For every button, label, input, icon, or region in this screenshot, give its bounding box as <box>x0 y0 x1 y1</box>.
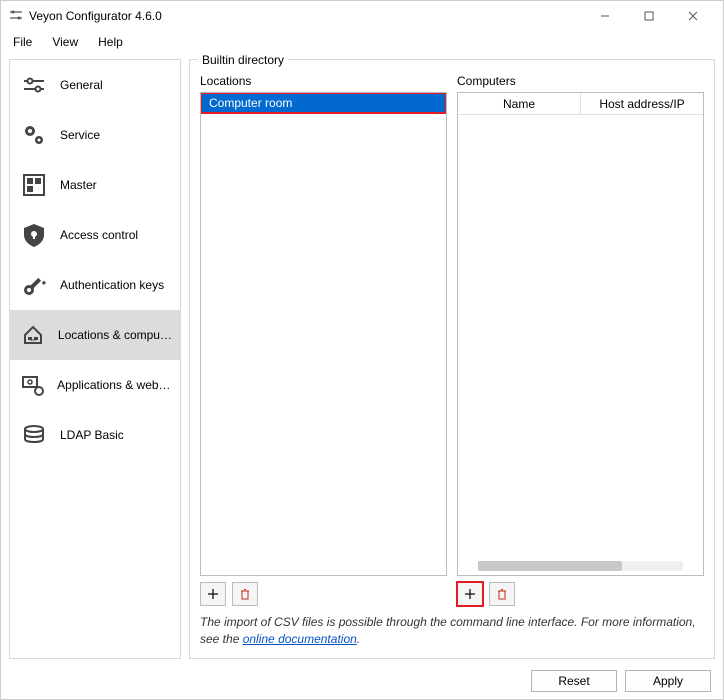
groupbox-title: Builtin directory <box>198 53 288 67</box>
add-location-button[interactable] <box>200 582 226 606</box>
delete-location-button[interactable] <box>232 582 258 606</box>
reset-button[interactable]: Reset <box>531 670 617 692</box>
location-item[interactable]: Computer room <box>201 93 446 113</box>
minimize-button[interactable] <box>583 1 627 31</box>
computers-table[interactable]: Name Host address/IP <box>457 92 704 576</box>
gears-icon <box>18 119 50 151</box>
sidebar-item-label: General <box>60 78 103 92</box>
bottom-bar: Reset Apply <box>1 663 723 699</box>
sidebar-item-label: Authentication keys <box>60 278 164 292</box>
content-area: General Service Master Access control <box>1 53 723 663</box>
sidebar-item-master[interactable]: Master <box>10 160 180 210</box>
menubar: File View Help <box>1 31 723 53</box>
horizontal-scrollbar[interactable] <box>478 561 683 571</box>
plus-icon <box>207 588 219 600</box>
computers-column: Computers Name Host address/IP <box>457 74 704 606</box>
menu-view[interactable]: View <box>44 33 86 51</box>
table-header-name[interactable]: Name <box>458 93 581 114</box>
close-button[interactable] <box>671 1 715 31</box>
titlebar: Veyon Configurator 4.6.0 <box>1 1 723 31</box>
main-panel: Builtin directory Locations Computer roo… <box>189 59 715 659</box>
apps-icon <box>18 369 47 401</box>
sidebar-item-service[interactable]: Service <box>10 110 180 160</box>
apply-button[interactable]: Apply <box>625 670 711 692</box>
import-note: The import of CSV files is possible thro… <box>200 614 704 648</box>
sidebar-item-label: Access control <box>60 228 138 242</box>
window-title: Veyon Configurator 4.6.0 <box>29 9 162 23</box>
columns-wrap: Locations Computer room Computers <box>200 74 704 606</box>
trash-icon <box>239 588 251 600</box>
sliders-icon <box>18 69 50 101</box>
sidebar-item-auth-keys[interactable]: Authentication keys <box>10 260 180 310</box>
locations-label: Locations <box>200 74 447 88</box>
grid-icon <box>18 169 50 201</box>
sidebar: General Service Master Access control <box>9 59 181 659</box>
documentation-link[interactable]: online documentation <box>243 632 357 646</box>
sidebar-item-apps-websites[interactable]: Applications & websites <box>10 360 180 410</box>
network-house-icon <box>18 319 48 351</box>
sidebar-item-label: LDAP Basic <box>60 428 124 442</box>
sidebar-item-label: Locations & computers <box>58 328 172 342</box>
maximize-button[interactable] <box>627 1 671 31</box>
database-icon <box>18 419 50 451</box>
app-window: Veyon Configurator 4.6.0 File View Help … <box>0 0 724 700</box>
table-header-host[interactable]: Host address/IP <box>581 93 703 114</box>
table-body <box>458 115 703 561</box>
app-icon <box>9 8 23 25</box>
sidebar-item-label: Applications & websites <box>57 378 172 392</box>
locations-listbox[interactable]: Computer room <box>200 92 447 576</box>
locations-column: Locations Computer room <box>200 74 447 606</box>
sidebar-item-label: Master <box>60 178 97 192</box>
note-suffix: . <box>357 632 360 646</box>
sidebar-item-label: Service <box>60 128 100 142</box>
sidebar-item-locations-computers[interactable]: Locations & computers <box>10 310 180 360</box>
delete-computer-button[interactable] <box>489 582 515 606</box>
sidebar-item-access-control[interactable]: Access control <box>10 210 180 260</box>
menu-help[interactable]: Help <box>90 33 131 51</box>
key-icon <box>18 269 50 301</box>
sidebar-item-general[interactable]: General <box>10 60 180 110</box>
shield-icon <box>18 219 50 251</box>
sidebar-item-ldap[interactable]: LDAP Basic <box>10 410 180 460</box>
computers-label: Computers <box>457 74 704 88</box>
add-computer-button[interactable] <box>457 582 483 606</box>
plus-icon <box>464 588 476 600</box>
trash-icon <box>496 588 508 600</box>
menu-file[interactable]: File <box>5 33 40 51</box>
